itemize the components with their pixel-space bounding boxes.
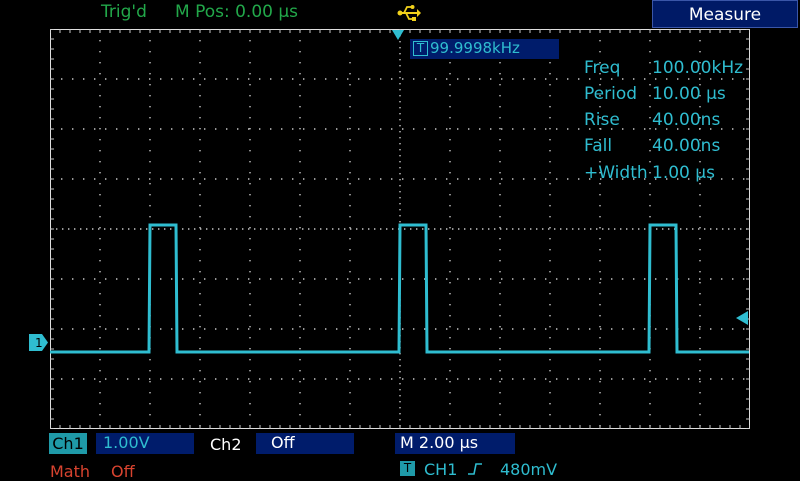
math-state: Off (111, 462, 135, 481)
measure-value-width: 1.00 µs (652, 163, 715, 183)
trigger-frequency-value: 99.9998kHz (430, 39, 520, 57)
timebase: M 2.00 µs (400, 433, 479, 452)
measure-label-freq: Freq (584, 58, 621, 78)
ch2-label[interactable]: Ch2 (210, 437, 242, 453)
ch1-scale: 1.00V (103, 433, 150, 452)
trigger-status: Trig'd (101, 2, 147, 22)
math-label[interactable]: Math (50, 464, 90, 480)
measure-label-fall: Fall (584, 136, 613, 156)
usb-icon (397, 5, 421, 21)
ch1-marker-label: 1 (35, 336, 43, 350)
ch1-waveform (50, 223, 749, 354)
horizontal-position: M Pos: 0.00 µs (175, 2, 299, 22)
ch2-state: Off (271, 433, 295, 452)
measure-value-period: 10.00 µs (652, 84, 726, 104)
measure-label-period: Period (584, 84, 638, 104)
ch1-ground-marker: 1 (29, 334, 48, 351)
measure-label-width: +Width (584, 163, 648, 183)
trigger-position-arrow (392, 30, 404, 40)
trigger-source: CH1 (424, 460, 458, 479)
measure-menu-tab[interactable]: Measure (652, 0, 798, 28)
graticule (50, 29, 750, 429)
measure-value-fall: 40.00ns (652, 136, 721, 156)
measure-value-rise: 40.00ns (652, 110, 721, 130)
trigger-level: 480mV (500, 460, 558, 479)
ch1-label[interactable]: Ch1 (49, 433, 87, 454)
measure-label-rise: Rise (584, 110, 620, 130)
trigger-info-icon: T (400, 461, 415, 476)
rising-edge-icon (468, 463, 482, 475)
measure-value-freq: 100.00kHz (652, 58, 744, 78)
trigger-t-icon: T (413, 41, 428, 56)
trigger-level-arrow (736, 311, 748, 325)
